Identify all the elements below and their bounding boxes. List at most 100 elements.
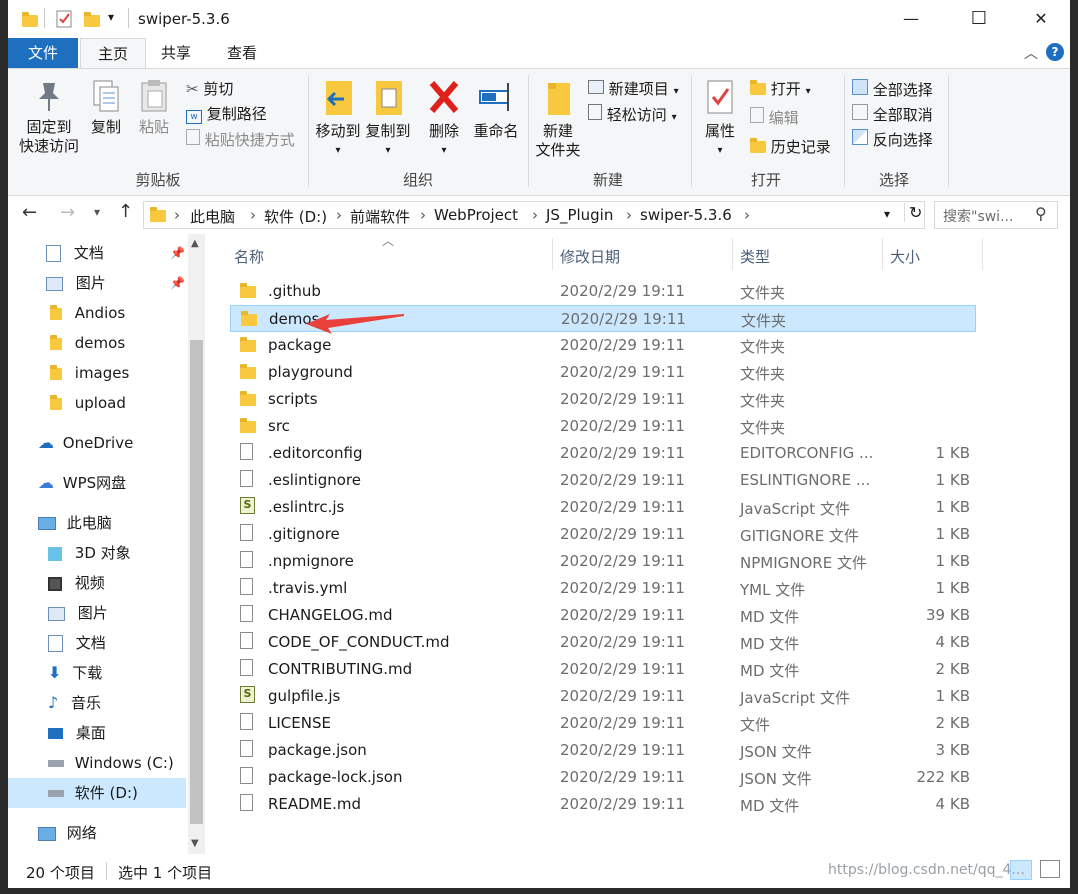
refresh-icon[interactable]: ↻ xyxy=(904,203,922,222)
invert-selection-button[interactable]: 反向选择 xyxy=(852,129,933,150)
file-size: 1 KB xyxy=(935,579,970,597)
maximize-button[interactable]: ☐ xyxy=(956,0,1002,38)
pin-quick-access-button[interactable]: 固定到 快速访问 xyxy=(14,79,84,156)
large-icons-view-icon[interactable] xyxy=(1040,860,1060,878)
recent-dropdown-icon[interactable]: ▾ xyxy=(94,205,100,219)
paste-shortcut-button[interactable]: 粘贴快捷方式 xyxy=(186,129,295,150)
new-folder-button[interactable]: 新建 文件夹 xyxy=(532,77,584,160)
tab-share[interactable]: 共享 xyxy=(146,38,206,68)
help-icon[interactable]: ? xyxy=(1046,43,1064,61)
properties-quick-icon[interactable] xyxy=(56,10,72,28)
sidebar-item-images[interactable]: images xyxy=(50,358,129,388)
scroll-up-icon[interactable]: ▲ xyxy=(191,238,199,249)
breadcrumb-webproject[interactable]: WebProject xyxy=(434,206,518,224)
easy-access-button[interactable]: 轻松访问 ▾ xyxy=(588,104,677,128)
tab-view[interactable]: 查看 xyxy=(212,38,272,68)
address-bar[interactable]: › 此电脑 › 软件 (D:) › 前端软件 › WebProject › JS… xyxy=(143,201,925,229)
column-size[interactable]: 大小 xyxy=(890,246,920,267)
tab-file[interactable]: 文件 xyxy=(8,38,78,68)
up-arrow-icon[interactable]: ↑ xyxy=(118,201,133,222)
easy-access-label: 轻松访问 xyxy=(606,106,667,124)
file-row[interactable]: S .eslintrc.js 2020/2/29 19:11 JavaScript 文… xyxy=(230,494,976,521)
file-row[interactable]: README.md 2020/2/29 19:11 MD 文件 4 KB xyxy=(230,791,976,818)
file-row[interactable]: .npmignore 2020/2/29 19:11 NPMIGNORE 文件 1 K… xyxy=(230,548,976,575)
collapse-ribbon-icon[interactable]: ︿ xyxy=(1024,43,1038,63)
open-button[interactable]: 打开 ▾ xyxy=(750,79,811,102)
file-row[interactable]: CONTRIBUTING.md 2020/2/29 19:11 MD 文件 2 KB xyxy=(230,656,976,683)
file-row[interactable]: LICENSE 2020/2/29 19:11 文件 2 KB xyxy=(230,710,976,737)
column-name[interactable]: 名称 xyxy=(234,246,264,267)
sidebar-item-music[interactable]: ♪ 音乐 xyxy=(48,688,101,718)
search-icon[interactable]: ⚲ xyxy=(1035,204,1047,223)
sidebar-item-onedrive[interactable]: ☁ OneDrive xyxy=(38,428,133,458)
sidebar-item-this-pc[interactable]: 此电脑 xyxy=(38,508,112,538)
file-row[interactable]: CODE_OF_CONDUCT.md 2020/2/29 19:11 MD 文件 4 … xyxy=(230,629,976,656)
back-arrow-icon[interactable]: ← xyxy=(22,202,37,223)
new-item-button[interactable]: 新建项目 ▾ xyxy=(588,79,679,102)
scroll-down-icon[interactable]: ▼ xyxy=(191,838,199,849)
file-row[interactable]: package 2020/2/29 19:11 文件夹 xyxy=(230,332,976,359)
breadcrumb-frontend[interactable]: 前端软件 xyxy=(350,206,410,227)
file-row[interactable]: CHANGELOG.md 2020/2/29 19:11 MD 文件 39 KB xyxy=(230,602,976,629)
sidebar-item-wps[interactable]: ☁ WPS网盘 xyxy=(38,468,126,498)
quick-access-dropdown[interactable]: ▾ xyxy=(108,10,114,24)
history-icon xyxy=(750,138,766,153)
breadcrumb-this-pc[interactable]: 此电脑 xyxy=(190,206,235,227)
forward-arrow-icon[interactable]: → xyxy=(60,202,75,223)
sidebar-item-drive-d[interactable]: 软件 (D:) xyxy=(8,778,186,808)
rename-button[interactable]: 重命名 xyxy=(470,77,522,141)
select-none-button[interactable]: 全部取消 xyxy=(852,104,933,125)
file-row[interactable]: Sgulpfile.js 2020/2/29 19:11 JavaScript 文件… xyxy=(230,683,976,710)
move-to-button[interactable]: 移动到 ▾ xyxy=(314,77,362,160)
select-all-button[interactable]: 全部选择 xyxy=(852,79,933,100)
column-date[interactable]: 修改日期 xyxy=(560,246,620,267)
sidebar-item-downloads[interactable]: ⬇ 下载 xyxy=(48,658,102,688)
tab-home[interactable]: 主页 xyxy=(80,38,146,69)
sidebar-item-3d-objects[interactable]: 3D 对象 xyxy=(48,538,131,568)
search-input[interactable]: 搜索"swi... xyxy=(943,206,1013,226)
copy-to-button[interactable]: 复制到 ▾ xyxy=(364,77,412,160)
copy-path-button[interactable]: w 复制路径 xyxy=(186,104,267,124)
sidebar-item-demos[interactable]: demos xyxy=(50,328,125,358)
file-row[interactable]: package.json 2020/2/29 19:11 JSON 文件 3 KB xyxy=(230,737,976,764)
column-type[interactable]: 类型 xyxy=(740,246,770,267)
sidebar-scroll-thumb[interactable] xyxy=(190,340,203,824)
history-button[interactable]: 历史记录 xyxy=(750,137,831,157)
file-row[interactable]: scripts 2020/2/29 19:11 文件夹 xyxy=(230,386,976,413)
sidebar-item-documents-2[interactable]: 文档 xyxy=(48,628,106,658)
sidebar-item-videos[interactable]: 视频 xyxy=(48,568,105,598)
file-row[interactable]: .travis.yml 2020/2/29 19:11 YML 文件 1 KB xyxy=(230,575,976,602)
breadcrumb-js-plugin[interactable]: JS_Plugin xyxy=(546,206,613,224)
file-row[interactable]: src 2020/2/29 19:11 文件夹 xyxy=(230,413,976,440)
file-row[interactable]: .editorconfig 2020/2/29 19:11 EDITORCONFIG… xyxy=(230,440,976,467)
file-row[interactable]: .github 2020/2/29 19:11 文件夹 xyxy=(230,278,976,305)
file-row[interactable]: .gitignore 2020/2/29 19:11 GITIGNORE 文件 1 K… xyxy=(230,521,976,548)
breadcrumb-drive-d[interactable]: 软件 (D:) xyxy=(264,206,327,227)
sidebar-item-documents[interactable]: 文档 📌 xyxy=(46,238,186,268)
sidebar-item-pictures-2[interactable]: 图片 xyxy=(48,598,108,628)
sidebar-item-network[interactable]: 网络 xyxy=(38,818,97,848)
search-box[interactable]: 搜索"swi... ⚲ xyxy=(934,201,1058,229)
minimize-button[interactable]: — xyxy=(888,0,934,38)
scissors-icon: ✂ xyxy=(186,80,199,98)
rename-icon xyxy=(479,83,509,111)
file-row[interactable]: package-lock.json 2020/2/29 19:11 JSON 文件 2… xyxy=(230,764,976,791)
file-type: MD 文件 xyxy=(740,608,800,626)
address-dropdown-icon[interactable]: ▾ xyxy=(884,207,890,221)
cut-button[interactable]: ✂ 剪切 xyxy=(186,79,233,99)
sidebar-item-pictures[interactable]: 图片 📌 xyxy=(46,268,186,298)
paste-button[interactable]: 粘贴 xyxy=(134,79,174,137)
sidebar-item-andios[interactable]: Andios xyxy=(50,298,125,328)
breadcrumb-swiper[interactable]: swiper-5.3.6 xyxy=(640,206,732,224)
new-folder-quick-icon[interactable] xyxy=(84,12,100,27)
sidebar-item-upload[interactable]: upload xyxy=(50,388,126,418)
properties-button[interactable]: 属性 ▾ xyxy=(698,77,742,160)
file-row[interactable]: playground 2020/2/29 19:11 文件夹 xyxy=(230,359,976,386)
sidebar-item-drive-c[interactable]: Windows (C:) xyxy=(48,748,174,778)
copy-button[interactable]: 复制 xyxy=(86,79,126,137)
edit-button[interactable]: 编辑 xyxy=(750,107,799,128)
close-button[interactable]: ✕ xyxy=(1018,0,1064,38)
delete-button[interactable]: 删除 ▾ xyxy=(424,77,464,160)
file-row[interactable]: .eslintignore 2020/2/29 19:11 ESLINTIGNORE… xyxy=(230,467,976,494)
sidebar-item-desktop[interactable]: 桌面 xyxy=(48,718,106,748)
